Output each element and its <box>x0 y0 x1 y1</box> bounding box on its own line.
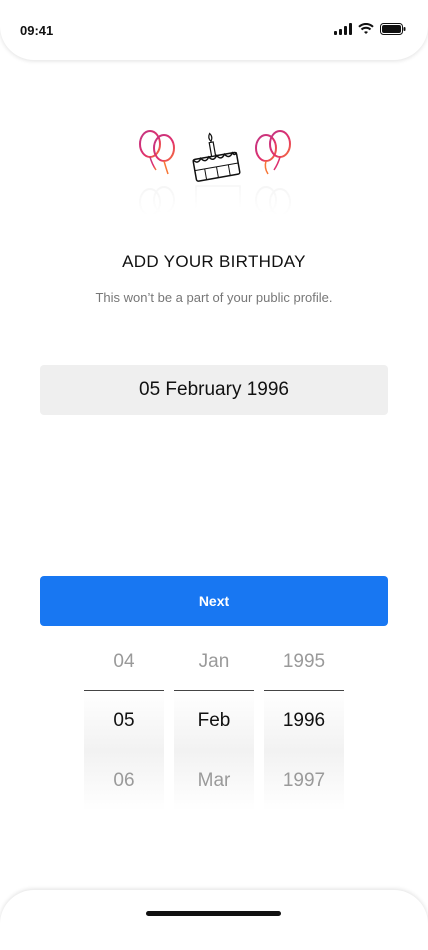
month-picker-next[interactable]: Mar <box>174 751 254 811</box>
day-picker[interactable]: 04 05 06 <box>84 632 164 811</box>
month-picker[interactable]: Jan Feb Mar <box>174 632 254 811</box>
birthday-balloons-cake-icon <box>139 130 291 216</box>
status-bar: 09:41 <box>0 0 428 60</box>
status-icons <box>334 23 406 35</box>
next-button[interactable]: Next <box>40 576 388 626</box>
year-picker[interactable]: 1995 1996 1997 <box>264 632 344 811</box>
year-picker-next[interactable]: 1997 <box>264 751 344 811</box>
day-picker-selected[interactable]: 05 <box>84 690 164 752</box>
month-picker-selected[interactable]: Feb <box>174 690 254 752</box>
year-picker-selected[interactable]: 1996 <box>264 690 344 752</box>
page-subtitle: This won’t be a part of your public prof… <box>95 290 333 305</box>
day-picker-next[interactable]: 06 <box>84 751 164 811</box>
home-indicator[interactable] <box>146 911 281 916</box>
day-picker-prev[interactable]: 04 <box>84 632 164 692</box>
page-title: ADD YOUR BIRTHDAY <box>122 252 306 271</box>
year-picker-prev[interactable]: 1995 <box>264 632 344 692</box>
cellular-icon <box>334 23 352 35</box>
bottom-bar <box>0 890 428 950</box>
status-time: 09:41 <box>20 23 54 38</box>
birthday-date-field[interactable]: 05 February 1996 <box>40 365 388 415</box>
wifi-icon <box>358 23 374 34</box>
battery-icon <box>380 23 406 35</box>
month-picker-prev[interactable]: Jan <box>174 632 254 692</box>
